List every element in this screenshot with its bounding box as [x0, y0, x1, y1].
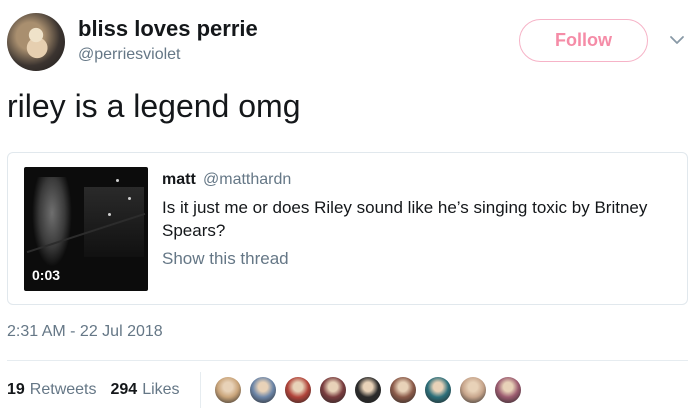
liker-avatar[interactable] — [249, 376, 277, 404]
retweets-label: Retweets — [29, 381, 97, 398]
liker-avatar[interactable] — [424, 376, 452, 404]
author-handle[interactable]: @perriesviolet — [78, 46, 181, 64]
video-frame-light — [108, 213, 111, 216]
liker-avatar[interactable] — [319, 376, 347, 404]
divider — [7, 360, 688, 361]
tweet-text: riley is a legend omg — [7, 88, 301, 124]
tweet-stats: 19 Retweets 294 Likes — [7, 378, 180, 402]
quoted-author-handle[interactable]: @matthardn — [203, 171, 291, 189]
quoted-tweet[interactable]: 0:03 matt @matthardn Is it just me or do… — [7, 152, 688, 305]
author-avatar[interactable] — [7, 13, 65, 71]
liker-avatar[interactable] — [494, 376, 522, 404]
tweet-header: bliss loves perrie @perriesviolet Follow — [0, 0, 700, 90]
liker-avatar[interactable] — [389, 376, 417, 404]
retweets-count: 19 — [7, 381, 25, 398]
liker-avatar[interactable] — [354, 376, 382, 404]
liker-avatars — [214, 376, 529, 406]
show-thread-link[interactable]: Show this thread — [162, 249, 289, 269]
follow-button[interactable]: Follow — [519, 19, 648, 62]
likes-label: Likes — [142, 381, 180, 398]
liker-avatar[interactable] — [284, 376, 312, 404]
liker-avatar[interactable] — [459, 376, 487, 404]
video-frame-light — [116, 179, 119, 182]
likes-count: 294 — [110, 381, 138, 398]
likes-stat[interactable]: 294 Likes — [111, 381, 180, 399]
video-frame-figure — [32, 177, 72, 267]
author-display-name[interactable]: bliss loves perrie — [78, 16, 258, 42]
tweet-timestamp[interactable]: 2:31 AM - 22 Jul 2018 — [7, 323, 163, 341]
chevron-down-icon[interactable] — [669, 32, 685, 48]
quoted-tweet-text: Is it just me or does Riley sound like h… — [162, 198, 648, 240]
video-frame-light — [128, 197, 131, 200]
quoted-author-name[interactable]: matt — [162, 171, 196, 189]
liker-avatar[interactable] — [214, 376, 242, 404]
retweets-stat[interactable]: 19 Retweets — [7, 381, 97, 399]
stats-separator — [200, 372, 201, 408]
video-duration: 0:03 — [32, 267, 61, 283]
quoted-video-thumbnail[interactable]: 0:03 — [24, 167, 148, 291]
